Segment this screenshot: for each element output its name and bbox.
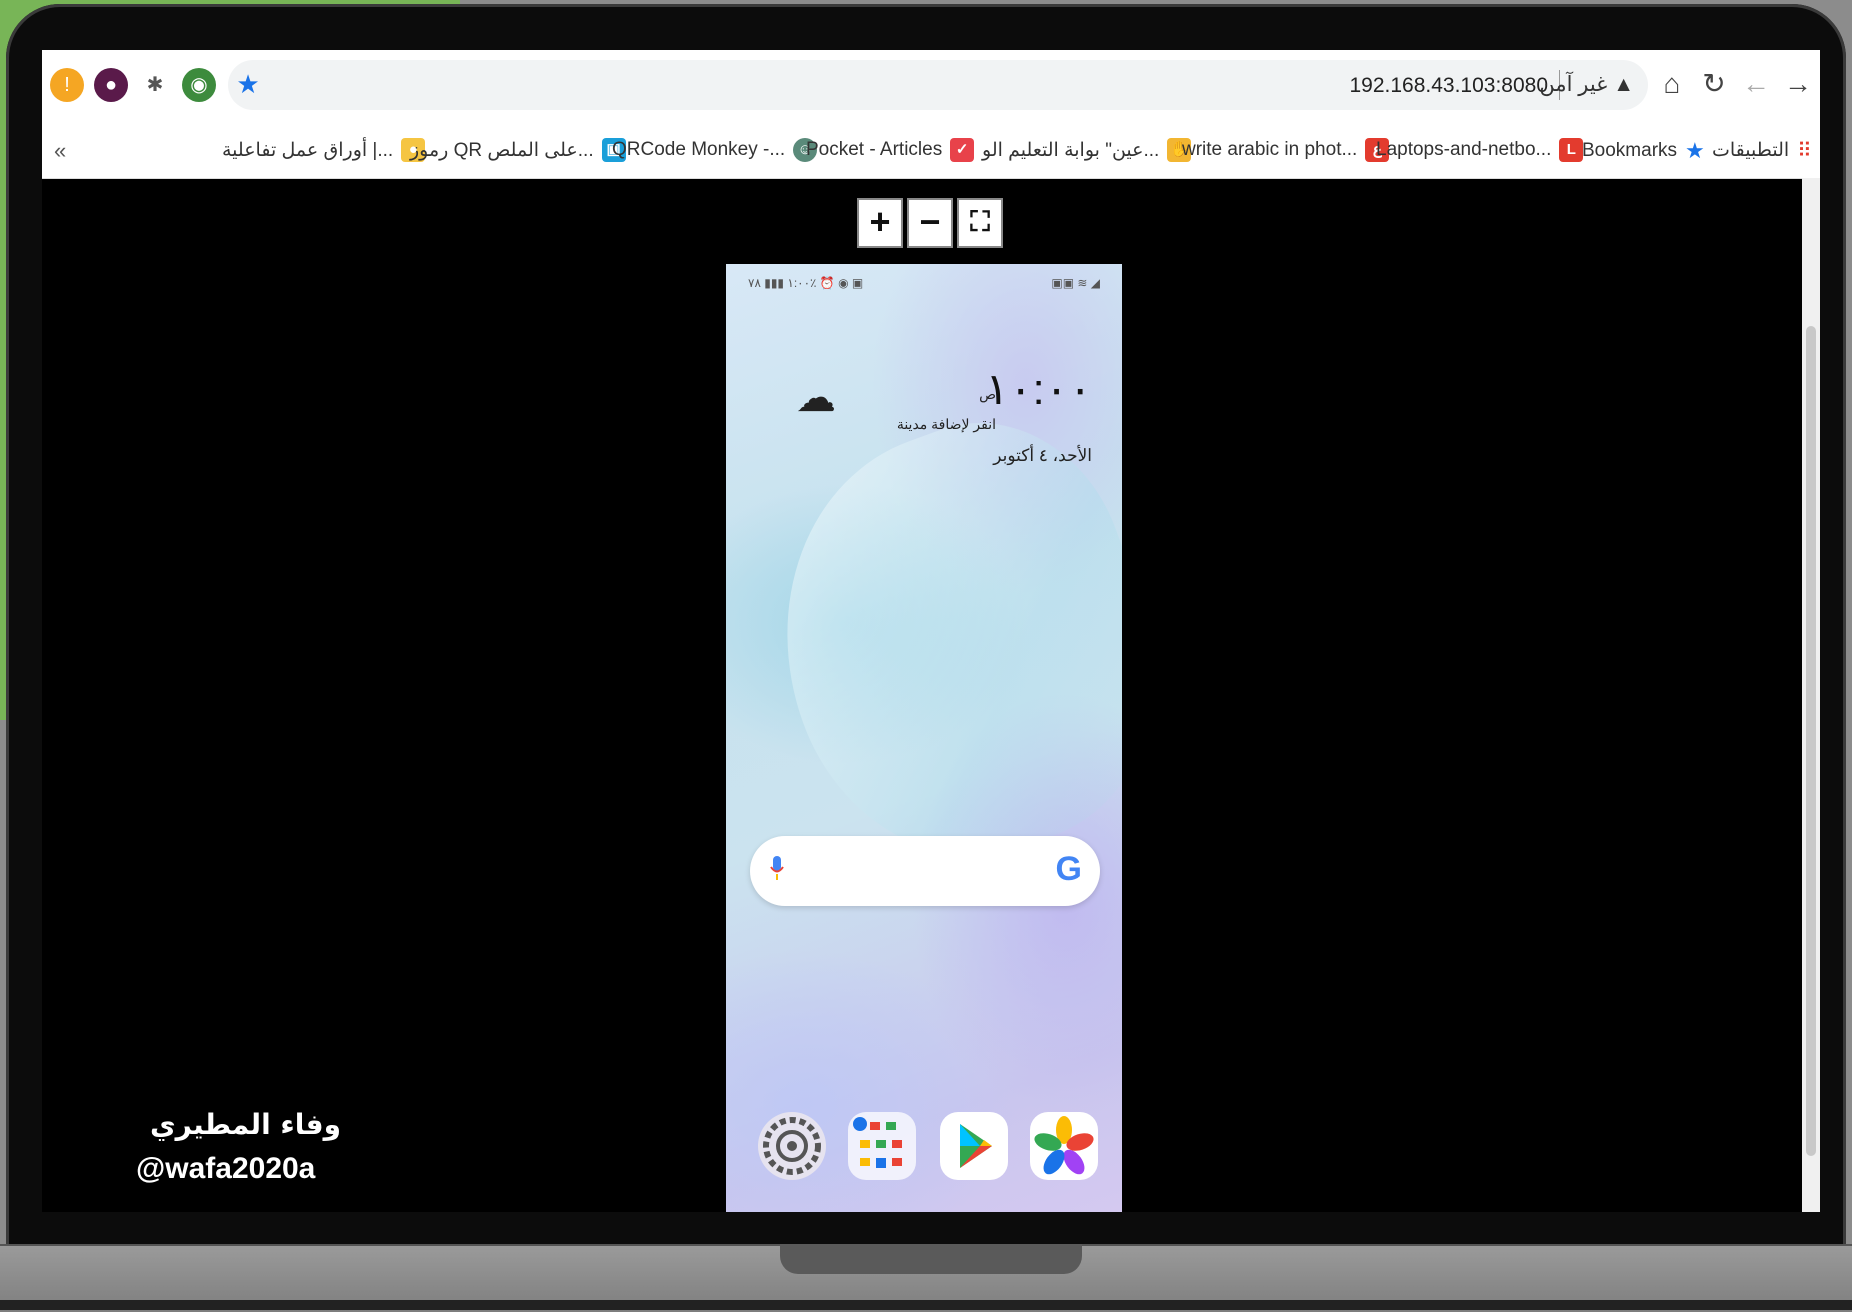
browser-toolbar: ! ● ✱ ◉ ★ 192.168.43.103:8080 ▲ غير آمن … [42,50,1820,126]
watermark-name: وفاء المطيري [150,1108,341,1141]
settings-app-icon[interactable] [758,1112,826,1180]
L-icon: L [1559,138,1584,162]
back-arrow-icon[interactable]: → [1778,64,1818,104]
bookmark-item[interactable]: QRCode Monkey -... ☺ [612,138,818,162]
scrollbar-thumb[interactable] [1806,326,1816,1156]
forward-arrow-icon[interactable]: ← [1736,64,1776,104]
url-text[interactable]: 192.168.43.103:8080 [1349,74,1548,98]
zoom-controls: + − ⛶ [857,198,1003,248]
fullscreen-button[interactable]: ⛶ [957,198,1003,248]
home-icon[interactable]: ⌂ [1652,64,1692,104]
bookmark-item[interactable]: التطبيقات ⠿ [1712,138,1812,163]
address-bar[interactable]: ★ 192.168.43.103:8080 ▲ غير آمن [228,60,1648,110]
zoom-in-button[interactable]: + [857,198,903,248]
browser-window: ! ● ✱ ◉ ★ 192.168.43.103:8080 ▲ غير آمن … [42,50,1820,1212]
app-dock [750,1104,1100,1194]
status-bar-right: ▣▣ ≋ ◢ [1051,276,1100,290]
bookmark-item[interactable]: write arabic in phot... ع [1182,138,1390,162]
add-city-label[interactable]: انقر لإضافة مدينة [897,416,996,433]
apps-grid-icon: ⠿ [1797,140,1812,162]
bookmark-item[interactable]: Bookmarks ★ [1582,138,1705,164]
bookmark-item[interactable]: عين" بوابة التعليم الو... ✋ [982,138,1192,162]
page-scrollbar[interactable] [1802,178,1820,1212]
globe-extension-icon[interactable]: ◉ [182,68,216,102]
bookmark-star-icon[interactable]: ★ [228,64,268,104]
google-search-bar[interactable]: G [750,836,1100,906]
gallery-flower-icon[interactable] [1030,1112,1098,1180]
bookmark-item[interactable]: Laptops-and-netbo... L [1376,138,1584,162]
warning-triangle-icon: ▲ [1613,72,1634,96]
bookmark-item[interactable]: رموز QR على الملص... ▣ [410,138,626,162]
microphone-icon[interactable] [770,856,784,882]
status-bar-left: ١:٠٠ ▮▮▮ ٧٨٪ ⏰ ◉ ▣ [748,276,864,290]
security-indicator[interactable]: ▲ غير آمن [1539,72,1634,97]
star-icon: ★ [1685,138,1705,163]
puzzle-extensions-icon[interactable]: ✱ [138,68,172,102]
bookmark-item[interactable]: أوراق عمل تفاعلية |... ● [222,138,426,162]
zoom-out-button[interactable]: − [907,198,953,248]
profile-avatar-icon[interactable]: ● [94,68,128,102]
reload-icon[interactable]: ↻ [1694,64,1734,104]
laptop-base-edge [0,1300,1852,1310]
google-g-icon: G [1055,850,1082,888]
pocket-icon: ✓ [950,138,975,162]
weather-cloud-sun-icon[interactable]: ☁ [792,374,840,422]
clock-time[interactable]: ١٠:٠٠ [985,364,1092,415]
bookmarks-overflow-button[interactable]: « [54,138,66,164]
clock-ampm: ص [979,386,996,402]
play-store-icon[interactable] [940,1112,1008,1180]
google-apps-folder-icon[interactable] [848,1112,916,1180]
watermark-handle: @wafa2020a [136,1152,316,1185]
laptop-hinge-notch [780,1244,1082,1274]
alert-extension-icon[interactable]: ! [50,68,84,102]
security-label: غير آمن [1539,73,1608,96]
phone-screen-mirror[interactable]: ١:٠٠ ▮▮▮ ٧٨٪ ⏰ ◉ ▣ ▣▣ ≋ ◢ ☁ ١٠:٠٠ ص انقر… [726,264,1122,1212]
date-label: الأحد، ٤ أكتوبر [993,446,1092,465]
bookmarks-bar: « أوراق عمل تفاعلية |... ● رموز QR على ا… [42,126,1820,179]
bookmark-item[interactable]: Pocket - Articles ✓ [806,138,975,162]
